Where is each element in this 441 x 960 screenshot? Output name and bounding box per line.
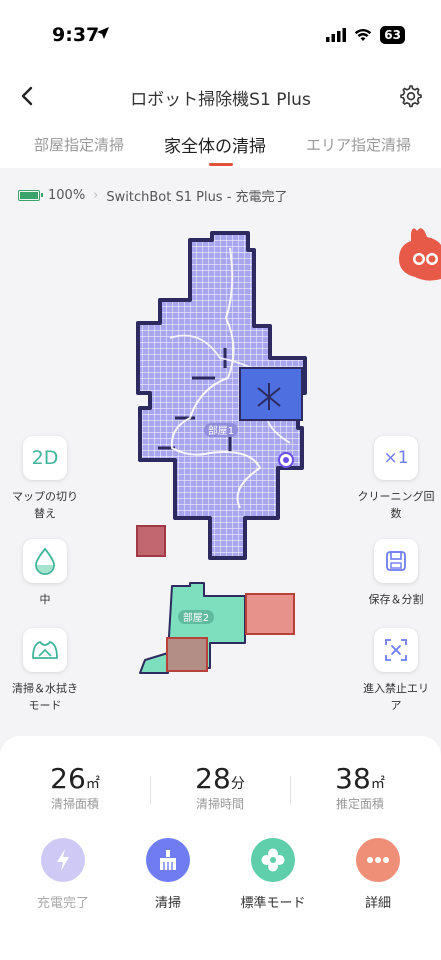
page-title: ロボット掃除機S1 Plus (130, 90, 311, 110)
stat-estimated-area: 38㎡ 推定面積 (300, 762, 420, 812)
wifi-icon (355, 29, 372, 41)
save-split-button[interactable] (374, 539, 418, 583)
battery-indicator: 63 (380, 26, 405, 44)
room-1-label: 部屋1 (208, 424, 234, 437)
no-go-zone-label: 進入禁止エリア (363, 682, 429, 712)
clean-mode-button[interactable] (23, 628, 67, 672)
tab-indicator (209, 163, 233, 166)
charge-complete-label: 充電完了 (36, 896, 89, 911)
map-area: 100% › SwitchBot S1 Plus - 充電完了 部屋1 部屋2 … (0, 168, 441, 738)
no-go-zone-icon (385, 639, 407, 661)
2d-icon: 2D (31, 447, 59, 469)
clean-button[interactable]: 清掃 (123, 838, 213, 911)
more-dots-icon (356, 838, 400, 882)
clean-label: 清掃 (154, 896, 181, 911)
lightning-icon (41, 838, 85, 882)
room-blue-area (239, 367, 303, 421)
details-button[interactable]: 詳細 (333, 838, 423, 911)
cleaning-time-label: 清掃時間 (195, 797, 244, 811)
tab-zone-clean[interactable]: エリア指定清掃 (306, 134, 411, 155)
divider (150, 776, 151, 804)
status-time: 9:37 (52, 24, 100, 46)
estimated-area-unit: ㎡ (370, 776, 385, 792)
device-status: 100% › SwitchBot S1 Plus - 充電完了 (18, 186, 288, 205)
cleaning-time-unit: 分 (230, 776, 245, 792)
save-split-label: 保存＆分割 (368, 593, 424, 606)
cleaned-area-unit: ㎡ (85, 776, 100, 792)
stat-cleaned-area: 26㎡ 清掃面積 (15, 762, 135, 812)
estimated-area-label: 推定面積 (335, 797, 384, 811)
mop-icon (32, 641, 58, 659)
nav-bar: ロボット掃除機S1 Plus (0, 70, 441, 122)
water-drop-icon (35, 547, 55, 575)
standard-mode-label: 標準モード (240, 896, 306, 911)
broom-icon (146, 838, 190, 882)
cleaning-time-value: 28 (195, 762, 231, 795)
save-split-control[interactable]: 保存＆分割 (351, 539, 441, 608)
no-go-zone-left (136, 525, 166, 557)
clean-count-control[interactable]: ×1 クリーニング回数 (351, 436, 441, 522)
cleaned-area-label: 清掃面積 (50, 797, 99, 811)
device-name: SwitchBot S1 Plus - 充電完了 (106, 190, 288, 205)
tab-room-clean[interactable]: 部屋指定清掃 (34, 134, 124, 155)
cleaned-area-value: 26 (50, 762, 86, 795)
clean-count-label: クリーニング回数 (357, 490, 435, 520)
battery-icon (18, 190, 43, 201)
save-icon (386, 551, 406, 571)
status-bar: 9:37 63 (0, 0, 441, 70)
no-go-zone-button[interactable] (374, 628, 418, 672)
no-go-zone-right (245, 593, 295, 635)
mode-tabs: 部屋指定清掃 家全体の清掃 エリア指定清掃 (0, 122, 441, 168)
clean-count-button[interactable]: ×1 (374, 436, 418, 480)
mascot-icon[interactable] (397, 223, 441, 283)
map-2d-button[interactable]: 2D (23, 436, 67, 480)
gear-icon[interactable] (397, 83, 423, 109)
estimated-area-value: 38 (335, 762, 371, 795)
clean-mode-label: 清掃＆水拭きモード (12, 682, 78, 712)
standard-mode-button[interactable]: 標準モード (228, 838, 318, 911)
water-level-control[interactable]: 中 (0, 539, 90, 608)
bottom-panel: 26㎡ 清掃面積 28分 清掃時間 38㎡ 推定面積 充電完了 清掃 標準モード… (0, 736, 441, 960)
water-level-label: 中 (39, 593, 51, 606)
location-arrow-icon (97, 27, 109, 39)
fan-icon (251, 838, 295, 882)
charge-complete-button[interactable]: 充電完了 (18, 838, 108, 911)
no-go-zone-control[interactable]: 進入禁止エリア (351, 628, 441, 714)
room-2-label: 部屋2 (183, 611, 209, 624)
cleaning-map[interactable]: 部屋1 部屋2 (130, 228, 310, 678)
details-label: 詳細 (364, 896, 391, 911)
cellular-signal-icon (326, 28, 347, 42)
times-icon: ×1 (383, 448, 409, 468)
stat-cleaning-time: 28分 清掃時間 (160, 762, 280, 812)
divider (290, 776, 291, 804)
no-go-zone-bottom (166, 637, 208, 672)
map-switch-control[interactable]: 2D マップの切り替え (0, 436, 90, 522)
water-level-button[interactable] (23, 539, 67, 583)
tab-whole-house-clean[interactable]: 家全体の清掃 (164, 132, 266, 157)
battery-percent: 100% (48, 188, 86, 203)
clean-mode-control[interactable]: 清掃＆水拭きモード (0, 628, 90, 714)
map-switch-label: マップの切り替え (12, 490, 78, 520)
